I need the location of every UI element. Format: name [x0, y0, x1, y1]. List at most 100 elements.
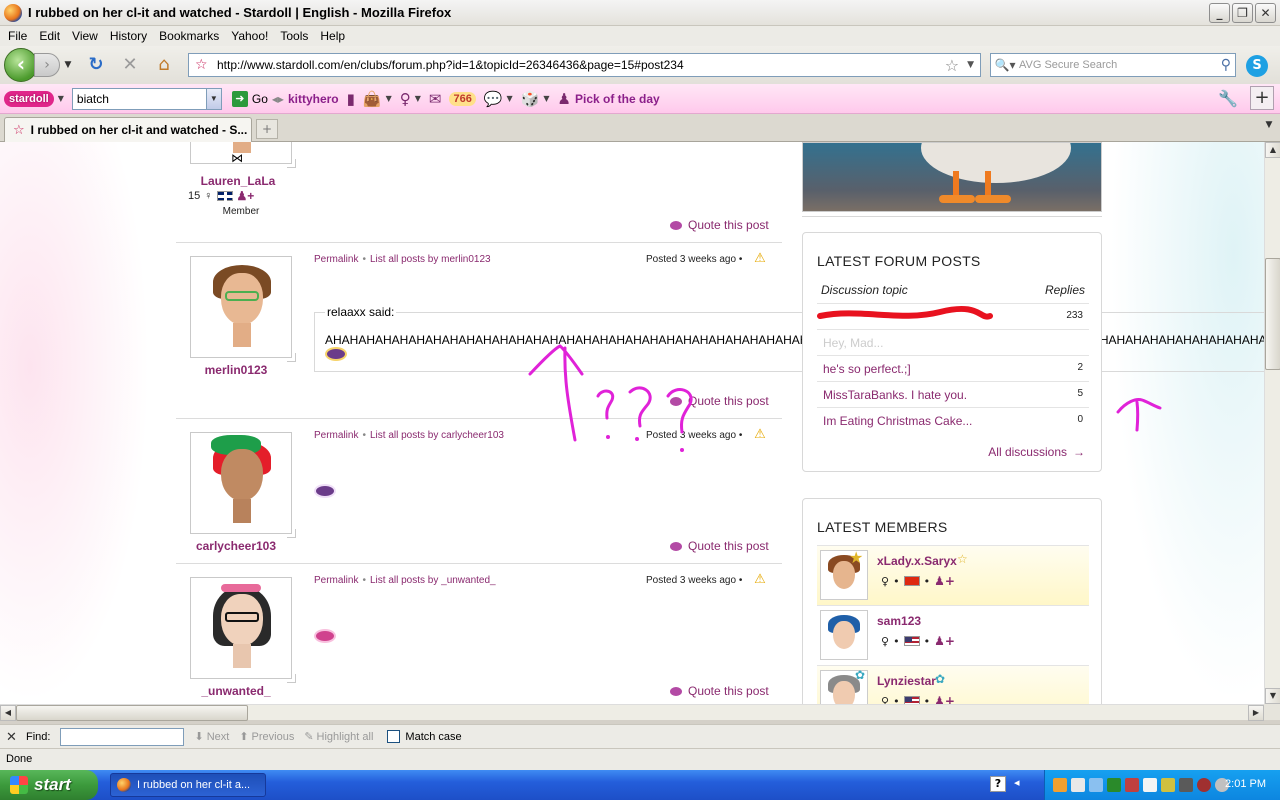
- avatar[interactable]: ⋈: [190, 142, 296, 168]
- member-row[interactable]: ✿ Lynziestar ✿ ♀ • • ♟+: [817, 665, 1089, 704]
- tab-active[interactable]: ☆ I rubbed on her cl-it and watched - S.…: [4, 117, 252, 142]
- history-dropdown-icon[interactable]: ▼: [62, 60, 74, 70]
- system-clock[interactable]: 2:01 PM: [1225, 778, 1266, 790]
- permalink-link[interactable]: Permalink: [314, 430, 358, 441]
- member-name[interactable]: Lynziestar: [877, 674, 936, 688]
- wrench-icon[interactable]: 🔧: [1218, 89, 1238, 108]
- tray-app-icon[interactable]: [1197, 778, 1211, 792]
- find-input[interactable]: [60, 727, 185, 746]
- member-avatar[interactable]: [820, 610, 868, 660]
- member-name[interactable]: xLady.x.Saryx: [877, 554, 957, 568]
- table-row[interactable]: he's so perfect.;] 2: [817, 355, 1089, 381]
- go-button[interactable]: ➜ Go: [231, 90, 268, 107]
- post-username[interactable]: merlin0123: [176, 363, 296, 377]
- menu-bookmarks[interactable]: Bookmarks: [153, 29, 225, 43]
- start-button[interactable]: start: [0, 770, 98, 800]
- report-warning-icon[interactable]: ⚠: [752, 573, 768, 587]
- search-input[interactable]: AVG Secure Search: [1019, 59, 1221, 71]
- table-row[interactable]: Hey, Mad...: [817, 329, 1089, 355]
- minimize-button[interactable]: _: [1209, 3, 1230, 23]
- member-row[interactable]: ★ xLady.x.Saryx ☆ ♀ • • ♟+: [817, 545, 1089, 605]
- shopping-bag-icon[interactable]: 👜: [363, 90, 382, 108]
- stardoll-search-dropdown-icon[interactable]: ▼: [205, 88, 221, 109]
- tray-app-icon[interactable]: [1179, 778, 1193, 792]
- match-case-checkbox[interactable]: [387, 730, 401, 743]
- scroll-left-button[interactable]: ◀: [0, 705, 16, 721]
- avatar[interactable]: [190, 577, 296, 683]
- quote-post-link[interactable]: Quote this post: [670, 539, 769, 553]
- post-username[interactable]: Lauren_LaLa: [178, 174, 298, 188]
- search-bar[interactable]: 🔍▾ AVG Secure Search ⚲: [990, 53, 1236, 77]
- url-dropdown-icon[interactable]: ▼: [967, 60, 974, 70]
- toolbar-username[interactable]: kittyhero: [288, 92, 339, 106]
- member-row[interactable]: sam123 ♀ • • ♟+: [817, 605, 1089, 665]
- avatar[interactable]: [190, 432, 296, 538]
- menu-yahoo[interactable]: Yahoo!: [225, 29, 274, 43]
- quote-post-link[interactable]: Quote this post: [670, 394, 769, 408]
- report-warning-icon[interactable]: ⚠: [752, 252, 768, 266]
- stardollar-badge[interactable]: 766: [449, 91, 476, 106]
- stardoll-menu-dropdown-icon[interactable]: ▼: [58, 94, 64, 103]
- doll-icon[interactable]: ♀: [400, 90, 411, 108]
- find-previous-button[interactable]: ⬆ Previous: [239, 730, 294, 744]
- pick-of-the-day-link[interactable]: Pick of the day: [575, 92, 660, 106]
- post-username[interactable]: _unwanted_: [176, 684, 296, 698]
- stardoll-search-input[interactable]: biatch ▼: [71, 87, 222, 110]
- search-engine-icon[interactable]: 🔍▾: [991, 58, 1019, 72]
- table-row[interactable]: MissTaraBanks. I hate you. 5: [817, 381, 1089, 407]
- vertical-scrollbar[interactable]: ▲ ▼: [1264, 142, 1280, 704]
- table-row[interactable]: Im Eating Christmas Cake... 0: [817, 407, 1089, 433]
- tray-app-icon[interactable]: [1089, 778, 1103, 792]
- report-warning-icon[interactable]: ⚠: [752, 428, 768, 442]
- menu-view[interactable]: View: [66, 29, 104, 43]
- add-friend-icon[interactable]: ♟+: [237, 189, 255, 203]
- topic-link[interactable]: MissTaraBanks. I hate you.: [823, 388, 967, 402]
- member-name[interactable]: sam123: [877, 614, 921, 628]
- all-discussions-link[interactable]: All discussions →: [988, 445, 1085, 459]
- skype-icon[interactable]: S: [1246, 55, 1268, 77]
- add-friend-icon[interactable]: ♟+: [934, 574, 955, 588]
- add-friend-icon[interactable]: ♟+: [934, 634, 955, 648]
- menu-help[interactable]: Help: [314, 29, 351, 43]
- menu-edit[interactable]: Edit: [33, 29, 66, 43]
- help-icon[interactable]: ?: [990, 776, 1006, 792]
- scroll-thumb[interactable]: [1265, 258, 1280, 370]
- list-posts-link[interactable]: List all posts by carlycheer103: [370, 430, 504, 441]
- back-button[interactable]: ‹: [4, 48, 38, 82]
- avatar[interactable]: [190, 256, 296, 362]
- mail-icon[interactable]: ✉: [429, 90, 442, 108]
- horizontal-scroll-thumb[interactable]: [16, 705, 248, 721]
- bag-dropdown-icon[interactable]: ▼: [386, 94, 392, 103]
- tray-expand-icon[interactable]: ◂: [1014, 776, 1020, 789]
- quote-post-link[interactable]: Quote this post: [670, 218, 769, 232]
- tray-app-icon[interactable]: [1125, 778, 1139, 792]
- search-icon[interactable]: ⚲: [1221, 57, 1231, 73]
- url-text[interactable]: http://www.stardoll.com/en/clubs/forum.p…: [217, 58, 945, 72]
- forward-button[interactable]: ›: [34, 53, 60, 77]
- dice-icon[interactable]: 🎲: [521, 90, 540, 108]
- permalink-link[interactable]: Permalink: [314, 254, 358, 265]
- quote-post-link[interactable]: Quote this post: [670, 684, 769, 698]
- maximize-button[interactable]: ❐: [1232, 3, 1253, 23]
- scroll-up-button[interactable]: ▲: [1265, 142, 1280, 158]
- chat-dropdown-icon[interactable]: ▼: [507, 94, 513, 103]
- network-icon[interactable]: [1107, 778, 1121, 792]
- tray-app-icon[interactable]: [1143, 778, 1157, 792]
- tray-app-icon[interactable]: [1053, 778, 1067, 792]
- add-icon[interactable]: +: [1250, 86, 1274, 110]
- url-bar[interactable]: ☆ http://www.stardoll.com/en/clubs/forum…: [188, 53, 981, 77]
- topic-link[interactable]: Hey, Mad...: [823, 336, 883, 350]
- chat-icon[interactable]: 💬: [484, 90, 503, 108]
- highlight-all-button[interactable]: ✎ Highlight all: [304, 730, 373, 744]
- topic-link[interactable]: Im Eating Christmas Cake...: [823, 414, 972, 428]
- new-tab-button[interactable]: +: [256, 119, 278, 139]
- dice-dropdown-icon[interactable]: ▼: [543, 94, 549, 103]
- permalink-link[interactable]: Permalink: [314, 575, 358, 586]
- tray-app-icon[interactable]: [1071, 778, 1085, 792]
- topic-link[interactable]: he's so perfect.;]: [823, 362, 911, 376]
- menu-history[interactable]: History: [104, 29, 153, 43]
- taskbar-firefox-item[interactable]: I rubbed on her cl-it a...: [110, 773, 266, 797]
- home-icon[interactable]: ⌂: [152, 53, 176, 77]
- featured-image[interactable]: [802, 142, 1102, 212]
- menu-tools[interactable]: Tools: [274, 29, 314, 43]
